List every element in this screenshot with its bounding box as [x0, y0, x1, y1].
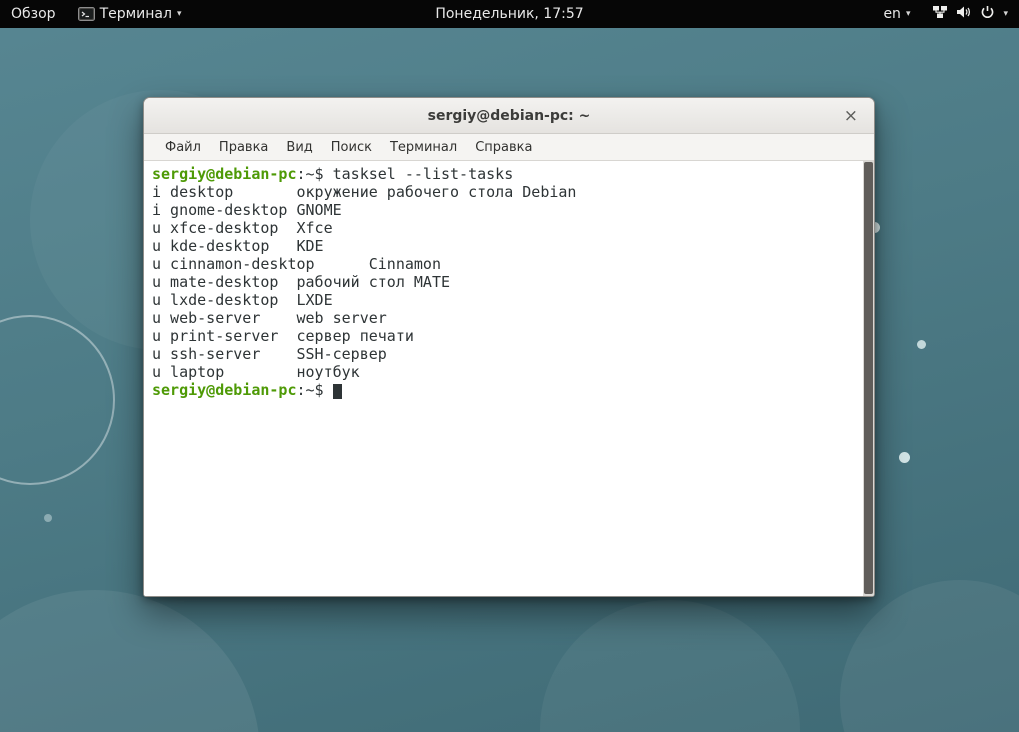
top-bar: Обзор Терминал ▾ Понедельник, 17:57 en ▾	[0, 0, 1019, 28]
terminal-app-icon	[78, 7, 95, 21]
terminal-scrollbar[interactable]	[863, 161, 874, 596]
close-button[interactable]: ×	[838, 98, 864, 133]
chevron-down-icon: ▾	[177, 10, 182, 19]
power-icon	[980, 5, 995, 24]
decor-dot	[899, 452, 910, 463]
terminal-output-line: u ssh-server SSH-сервер	[152, 345, 866, 363]
terminal-output-line: u mate-desktop рабочий стол MATE	[152, 273, 866, 291]
app-menu-label: Терминал	[100, 6, 172, 22]
terminal-output-line: u lxde-desktop LXDE	[152, 291, 866, 309]
prompt-path: :~$	[297, 381, 324, 399]
menu-bar: Файл Правка Вид Поиск Терминал Справка	[144, 134, 874, 161]
terminal-content[interactable]: sergiy@debian-pc:~$ tasksel --list-tasks…	[144, 161, 874, 596]
terminal-prompt-line: sergiy@debian-pc:~$	[152, 381, 866, 399]
terminal-output-line: u web-server web server	[152, 309, 866, 327]
keyboard-layout-label: en	[883, 6, 901, 22]
terminal-output-line: u xfce-desktop Xfce	[152, 219, 866, 237]
menu-item-edit[interactable]: Правка	[210, 134, 277, 160]
menu-item-view[interactable]: Вид	[277, 134, 321, 160]
prompt-user: sergiy@debian-pc	[152, 381, 297, 399]
terminal-output-line: i desktop окружение рабочего стола Debia…	[152, 183, 866, 201]
decor-ring	[0, 315, 115, 485]
chevron-down-icon: ▾	[1003, 10, 1008, 19]
menu-item-file[interactable]: Файл	[156, 134, 210, 160]
decor-blob	[0, 590, 260, 732]
decor-blob	[840, 580, 1019, 732]
scrollbar-thumb[interactable]	[864, 162, 873, 594]
prompt-path: :~$	[297, 165, 324, 183]
clock-button[interactable]: Понедельник, 17:57	[424, 0, 594, 28]
window-titlebar[interactable]: sergiy@debian-pc: ~ ×	[144, 98, 874, 134]
command-text: tasksel --list-tasks	[333, 165, 514, 183]
terminal-output-line: u kde-desktop KDE	[152, 237, 866, 255]
terminal-output-line: u cinnamon-desktop Cinnamon	[152, 255, 866, 273]
terminal-output-line: u print-server сервер печати	[152, 327, 866, 345]
app-menu-button[interactable]: Терминал ▾	[67, 0, 193, 28]
menu-item-search[interactable]: Поиск	[322, 134, 381, 160]
decor-dot	[44, 514, 52, 522]
decor-blob	[540, 600, 800, 732]
terminal-output-line: u laptop ноутбук	[152, 363, 866, 381]
activities-button[interactable]: Обзор	[0, 0, 67, 28]
window-title: sergiy@debian-pc: ~	[428, 108, 591, 124]
chevron-down-icon: ▾	[906, 10, 911, 19]
menu-item-help[interactable]: Справка	[466, 134, 541, 160]
system-menu-button[interactable]: ▾	[921, 0, 1019, 28]
prompt-user: sergiy@debian-pc	[152, 165, 297, 183]
volume-icon	[956, 5, 972, 23]
keyboard-layout-button[interactable]: en ▾	[872, 0, 921, 28]
network-icon	[932, 5, 948, 23]
terminal-prompt-line: sergiy@debian-pc:~$ tasksel --list-tasks	[152, 165, 866, 183]
terminal-output-line: i gnome-desktop GNOME	[152, 201, 866, 219]
terminal-window: sergiy@debian-pc: ~ × Файл Правка Вид По…	[143, 97, 875, 597]
decor-dot	[917, 340, 926, 349]
menu-item-terminal[interactable]: Терминал	[381, 134, 466, 160]
text-cursor	[333, 384, 342, 399]
